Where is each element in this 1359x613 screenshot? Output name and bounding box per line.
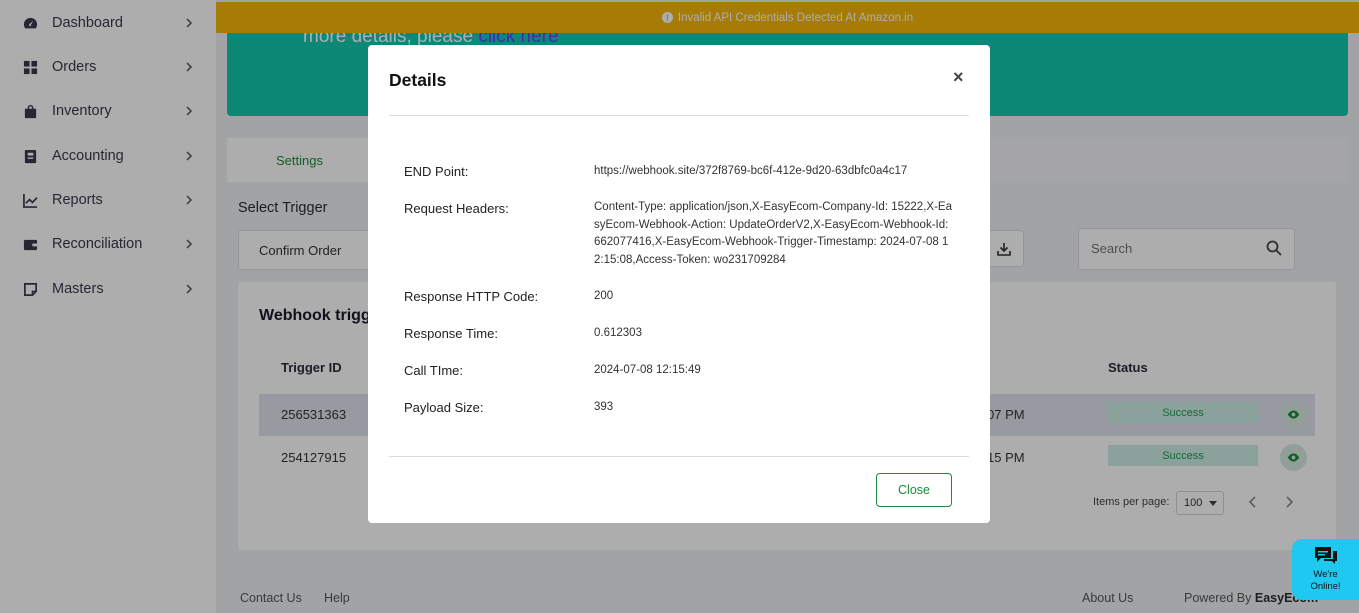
request-headers-label: Request Headers: xyxy=(404,201,509,216)
response-http-code-value: 200 xyxy=(594,290,614,302)
request-headers-value: Content-Type: application/json,X-EasyEco… xyxy=(594,201,952,266)
modal-divider xyxy=(389,456,969,457)
payload-size-label: Payload Size: xyxy=(404,400,484,415)
chat-status-line2: Online! xyxy=(1310,581,1341,592)
payload-size-value: 393 xyxy=(594,401,614,413)
close-button[interactable]: Close xyxy=(876,473,952,507)
response-time-value: 0.612303 xyxy=(594,327,642,339)
close-icon[interactable]: × xyxy=(953,67,964,88)
chat-bubble-icon xyxy=(1314,547,1337,564)
response-time-label: Response Time: xyxy=(404,326,498,341)
endpoint-value: https://webhook.site/372f8769-bc6f-412e-… xyxy=(594,165,908,177)
call-time-value: 2024-07-08 12:15:49 xyxy=(594,364,701,376)
details-modal: Details × END Point: https://webhook.sit… xyxy=(368,45,990,523)
chat-widget[interactable]: We're Online! xyxy=(1292,539,1359,600)
chat-status-line1: We're xyxy=(1313,569,1338,580)
endpoint-label: END Point: xyxy=(404,164,469,179)
response-http-code-label: Response HTTP Code: xyxy=(404,289,539,304)
modal-title: Details xyxy=(389,70,447,90)
modal-divider xyxy=(389,115,969,116)
call-time-label: Call TIme: xyxy=(404,363,463,378)
